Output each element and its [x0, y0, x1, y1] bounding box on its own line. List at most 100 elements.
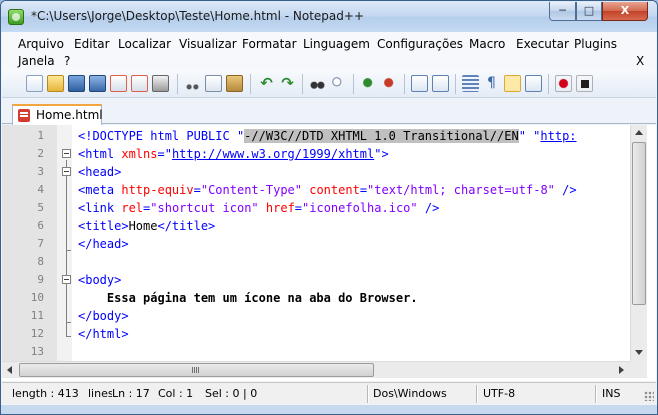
line-number: 4	[37, 183, 44, 196]
save-all-icon[interactable]	[89, 75, 106, 92]
line-number: 6	[37, 219, 44, 232]
close-window-button[interactable]: X	[602, 2, 648, 21]
toolbar-separator	[302, 74, 303, 94]
toolbar-separator	[250, 74, 251, 94]
horizontal-scrollbar[interactable]	[2, 361, 630, 378]
menu-arquivo[interactable]: Arquivo	[18, 37, 64, 51]
menu-help[interactable]: ?	[64, 54, 70, 68]
menu-macro[interactable]: Macro	[469, 37, 505, 51]
line-number: 3	[37, 165, 44, 178]
menu-executar[interactable]: Executar	[516, 37, 569, 51]
scrollbar-corner	[630, 361, 647, 378]
code-text: <title>Home</title>	[78, 219, 216, 233]
paste-icon[interactable]	[226, 75, 243, 92]
status-column: Col : 1	[158, 387, 194, 400]
maximize-button[interactable]: □	[576, 2, 602, 21]
menu-editar[interactable]: Editar	[74, 37, 110, 51]
fold-toggle-head[interactable]	[62, 167, 71, 176]
window-title: *C:\Users\Jorge\Desktop\Teste\Home.html …	[31, 9, 364, 23]
vertical-scroll-thumb[interactable]	[632, 142, 646, 305]
tab-label: Home.html	[36, 108, 103, 122]
code-editor[interactable]: 1 <!DOCTYPE html PUBLIC "-//W3C//DTD XHT…	[2, 125, 656, 381]
code-line-8: 8	[2, 253, 630, 271]
undo-icon[interactable]: ↶	[258, 75, 275, 92]
line-number: 10	[30, 291, 44, 304]
horizontal-scroll-thumb[interactable]	[19, 363, 374, 377]
title-bar: *C:\Users\Jorge\Desktop\Teste\Home.html …	[1, 1, 657, 32]
stop-record-icon[interactable]	[576, 75, 593, 92]
cut-icon[interactable]	[184, 75, 201, 92]
word-wrap-icon[interactable]	[462, 75, 479, 92]
fold-toggle-html[interactable]	[62, 149, 71, 158]
scroll-grip-icon	[192, 367, 200, 373]
resize-grip-icon[interactable]	[644, 391, 654, 401]
menu-visualizar[interactable]: Visualizar	[179, 37, 237, 51]
line-number: 12	[30, 327, 44, 340]
status-bar: length : 413 lines Ln : 17 Col : 1 Sel :…	[2, 382, 656, 404]
close-all-icon[interactable]	[131, 75, 148, 92]
notepadpp-app-icon[interactable]	[8, 9, 24, 25]
code-line-11: 11 </body>	[2, 307, 630, 325]
sync-horizontal-icon[interactable]	[432, 75, 449, 92]
print-icon[interactable]	[152, 75, 169, 92]
redo-icon[interactable]: ↷	[279, 75, 296, 92]
xmlns-link: http://www.w3.org/1999/xhtml	[171, 147, 375, 161]
user-language-icon[interactable]	[525, 75, 542, 92]
status-encoding: UTF-8	[483, 387, 516, 400]
toolbar: ↶ ↷ ¶	[2, 70, 656, 98]
record-macro-icon[interactable]	[555, 75, 572, 92]
code-line-2: 2 <html xmlns="http://www.w3.org/1999/xh…	[2, 145, 630, 163]
scroll-down-arrow-icon[interactable]	[635, 350, 643, 355]
status-length: length : 413	[12, 387, 79, 400]
line-number: 8	[37, 255, 44, 268]
menu-formatar[interactable]: Formatar	[242, 37, 297, 51]
line-number: 7	[37, 237, 44, 250]
line-number: 13	[30, 345, 44, 358]
status-lines: lines	[88, 387, 112, 400]
show-all-chars-icon[interactable]: ¶	[483, 75, 500, 92]
replace-icon[interactable]	[330, 75, 347, 92]
scroll-right-arrow-icon[interactable]	[619, 366, 624, 374]
fold-toggle-body[interactable]	[62, 275, 71, 284]
menu-configuracoes[interactable]: Configurações	[377, 37, 463, 51]
menu-linguagem[interactable]: Linguagem	[303, 37, 370, 51]
sync-vertical-icon[interactable]	[411, 75, 428, 92]
indent-guide-icon[interactable]	[504, 75, 521, 92]
zoom-in-icon[interactable]	[360, 75, 377, 92]
line-number: 5	[37, 201, 44, 214]
code-text: <body>	[78, 273, 122, 287]
close-icon[interactable]	[110, 75, 127, 92]
toolbar-separator	[404, 74, 405, 94]
code-text: <head>	[78, 165, 122, 179]
code-text: Essa página tem um ícone na aba do Brows…	[78, 291, 418, 305]
status-line-number: Ln : 17	[112, 387, 150, 400]
save-icon[interactable]	[68, 75, 85, 92]
toolbar-separator	[548, 74, 549, 94]
zoom-out-icon[interactable]	[381, 75, 398, 92]
code-line-12: 12 </html>	[2, 325, 630, 343]
copy-icon[interactable]	[205, 75, 222, 92]
scroll-up-arrow-icon[interactable]	[635, 130, 643, 135]
code-line-5: 5 <link rel="shortcut icon" href="iconef…	[2, 199, 630, 217]
find-icon[interactable]	[309, 75, 326, 92]
close-document-button[interactable]: X	[636, 54, 644, 68]
status-divider	[595, 385, 596, 403]
tab-home-html[interactable]: Home.html	[12, 104, 103, 125]
menu-bar: Arquivo Editar Localizar Visualizar Form…	[2, 32, 656, 70]
code-text: </body>	[78, 309, 129, 323]
code-text: <meta http-equiv="Content-Type" content=…	[78, 183, 577, 197]
minimize-button[interactable]: ─	[549, 2, 576, 21]
status-divider	[367, 385, 368, 403]
open-file-icon[interactable]	[47, 75, 64, 92]
scroll-left-arrow-icon[interactable]	[7, 366, 12, 374]
line-number: 1	[37, 129, 44, 142]
code-line-13: 13	[2, 343, 630, 361]
menu-localizar[interactable]: Localizar	[118, 37, 171, 51]
code-line-9: 9 <body>	[2, 271, 630, 289]
menu-janela[interactable]: Janela	[18, 54, 55, 68]
new-file-icon[interactable]	[26, 75, 43, 92]
vertical-scrollbar[interactable]	[630, 125, 647, 361]
notepadpp-window: *C:\Users\Jorge\Desktop\Teste\Home.html …	[0, 0, 658, 415]
menu-plugins[interactable]: Plugins	[574, 37, 617, 51]
code-line-6: 6 <title>Home</title>	[2, 217, 630, 235]
